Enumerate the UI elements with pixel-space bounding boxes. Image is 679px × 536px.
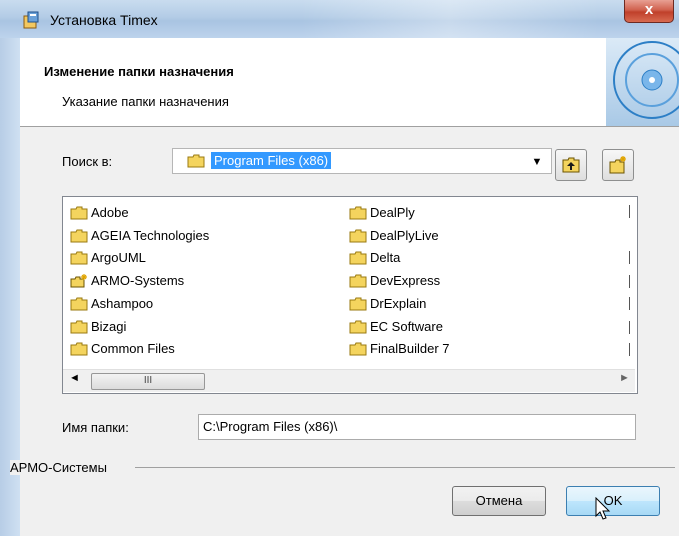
column-divider: [629, 205, 630, 218]
list-item-label: DealPlyLive: [370, 227, 439, 243]
group-separator: [135, 467, 675, 468]
list-item-label: Ashampoo: [91, 295, 154, 311]
column-divider: [629, 297, 630, 310]
lookin-dropdown[interactable]: Program Files (x86) ▼: [172, 148, 552, 174]
list-item-label: DrExplain: [370, 295, 427, 311]
close-button[interactable]: x: [624, 0, 674, 23]
new-folder-icon: [609, 156, 626, 174]
folder-icon: [349, 297, 367, 311]
new-folder-icon: [70, 274, 87, 288]
scroll-left-icon[interactable]: ◄: [69, 372, 80, 384]
new-folder-button[interactable]: [602, 149, 634, 181]
folder-icon: [70, 206, 88, 220]
list-item-label: ARMO-Systems: [91, 273, 185, 289]
mouse-cursor-icon: [595, 497, 611, 520]
lookin-value: Program Files (x86): [211, 152, 332, 169]
ok-button[interactable]: OK: [566, 486, 660, 516]
list-item-label: FinalBuilder 7: [370, 341, 450, 357]
folder-icon: [349, 342, 367, 356]
lookin-label: Поиск в:: [62, 154, 113, 169]
list-item-label: EC Software: [370, 318, 443, 334]
cancel-button[interactable]: Отмена: [452, 486, 546, 516]
folder-icon: [349, 320, 367, 333]
folder-icon: [70, 320, 88, 333]
header-subtitle: Указание папки назначения: [62, 94, 229, 109]
list-item-label: Bizagi: [91, 318, 127, 334]
chevron-down-icon[interactable]: ▼: [529, 151, 545, 171]
title-bar: Установка Timex x: [0, 0, 679, 39]
column-divider: [629, 251, 630, 264]
folder-name-value: C:\Program Files (x86)\: [203, 419, 338, 434]
folder-name-label: Имя папки:: [62, 420, 129, 435]
list-item-label: ArgoUML: [91, 250, 146, 266]
list-item-label: DevExpress: [370, 273, 441, 289]
list-item-label: Common Files: [91, 341, 175, 357]
list-item-label: DealPly: [370, 205, 415, 220]
folder-icon: [70, 297, 88, 311]
title-bar-shine: [300, 0, 600, 38]
list-item-label: AGEIA Technologies: [91, 227, 210, 243]
up-folder-button[interactable]: [555, 149, 587, 181]
folder-icon: [349, 206, 367, 220]
folder-icon: [70, 342, 88, 356]
window-title: Установка Timex: [50, 12, 158, 28]
scroll-right-icon[interactable]: ►: [619, 372, 630, 384]
folder-icon: [70, 229, 88, 243]
folder-list[interactable]: Adobe AGEIA Technologies ArgoUML ARMO-Syste…: [62, 196, 638, 394]
column-divider: [629, 321, 630, 334]
group-label: АРМО-Системы: [10, 460, 109, 475]
folder-icon: [70, 251, 88, 265]
header-title: Изменение папки назначения: [44, 64, 234, 79]
scrollbar-thumb[interactable]: III: [91, 373, 205, 390]
folder-icon: [349, 229, 367, 243]
list-item-label: Delta: [370, 250, 401, 266]
up-folder-icon: [562, 157, 580, 173]
folder-icon: [349, 274, 367, 288]
column-divider: [629, 343, 630, 356]
disc-graphic: [606, 38, 679, 126]
folder-icon: [349, 251, 367, 265]
folder-name-input[interactable]: C:\Program Files (x86)\: [198, 414, 636, 440]
dialog-header: Изменение папки назначения Указание папк…: [20, 38, 679, 127]
horizontal-scrollbar[interactable]: ◄ III ►: [63, 369, 635, 392]
list-item-label: Adobe: [91, 205, 129, 220]
column-divider: [629, 275, 630, 288]
installer-icon: [23, 11, 39, 29]
folder-icon: [187, 154, 205, 168]
